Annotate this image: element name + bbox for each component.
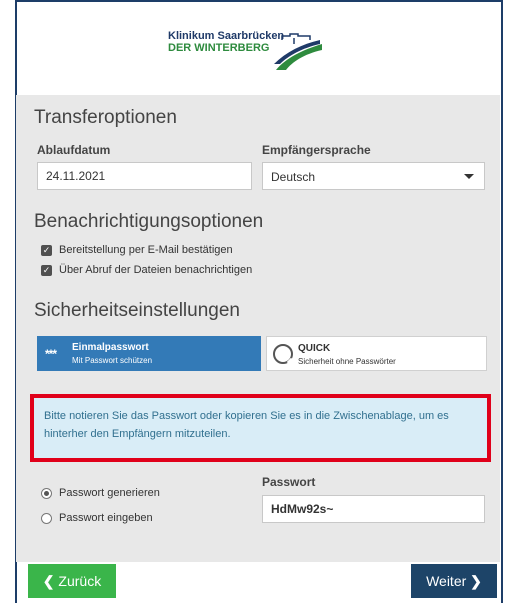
clinic-logo-icon [274, 33, 322, 70]
dropdown-arrow-icon [464, 174, 474, 179]
logo-name-line1: Klinikum Saarbrücken [168, 30, 285, 42]
recipient-language-label: Empfängersprache [262, 143, 371, 157]
enter-password-radio-row[interactable]: Passwort eingeben [41, 512, 153, 524]
quick-subtitle: Sicherheit ohne Passwörter [298, 357, 396, 366]
generate-password-radio-row[interactable]: Passwort generieren [41, 487, 160, 499]
notify-email-confirm-row[interactable]: ✓ Bereitstellung per E-Mail bestätigen [41, 244, 233, 256]
logo-name-line2: DER WINTERBERG [168, 42, 270, 54]
quick-security-option[interactable]: QUICK Sicherheit ohne Passwörter [266, 336, 487, 371]
notify-download-row[interactable]: ✓ Über Abruf der Dateien benachrichtigen [41, 264, 252, 276]
password-info-alert: Bitte notieren Sie das Passwort oder kop… [30, 394, 491, 462]
clinic-logo: Klinikum Saarbrücken DER WINTERBERG [154, 24, 326, 80]
notify-email-confirm-label: Bereitstellung per E-Mail bestätigen [59, 244, 233, 256]
chevron-right-icon: ❯ [466, 572, 482, 589]
generate-password-label: Passwort generieren [59, 487, 160, 499]
chevron-left-icon: ❮ [42, 572, 59, 589]
otp-subtitle: Mit Passwort schützen [72, 356, 153, 365]
recipient-language-select[interactable]: Deutsch [262, 162, 485, 190]
otp-title: Einmalpasswort [72, 342, 149, 353]
enter-password-label: Passwort eingeben [59, 512, 153, 524]
radio-unchecked-icon[interactable] [41, 512, 52, 524]
expiry-date-input[interactable] [37, 162, 252, 190]
password-stars-icon: *** [45, 347, 57, 361]
password-input[interactable] [262, 495, 485, 523]
checkbox-checked-icon[interactable]: ✓ [41, 244, 52, 256]
radio-checked-icon[interactable] [41, 487, 52, 499]
quick-refresh-icon [273, 344, 293, 364]
notify-download-label: Über Abruf der Dateien benachrichtigen [59, 264, 253, 276]
one-time-password-option[interactable]: *** Einmalpasswort Mit Passwort schützen [37, 336, 261, 371]
checkbox-checked-icon[interactable]: ✓ [41, 264, 52, 276]
recipient-language-value: Deutsch [271, 170, 316, 184]
next-button[interactable]: Weiter ❯ [411, 564, 497, 598]
password-label: Passwort [262, 475, 316, 489]
back-button-label: Zurück [58, 573, 102, 589]
back-button[interactable]: ❮ Zurück [28, 564, 116, 598]
expiry-date-label: Ablaufdatum [37, 143, 111, 157]
security-settings-heading: Sicherheitseinstellungen [34, 300, 240, 321]
notification-options-heading: Benachrichtigungsoptionen [34, 211, 264, 232]
transfer-options-heading: Transferoptionen [34, 107, 177, 128]
next-button-label: Weiter [426, 573, 467, 589]
password-info-text: Bitte notieren Sie das Passwort oder kop… [44, 410, 449, 440]
quick-title: QUICK [298, 343, 331, 354]
